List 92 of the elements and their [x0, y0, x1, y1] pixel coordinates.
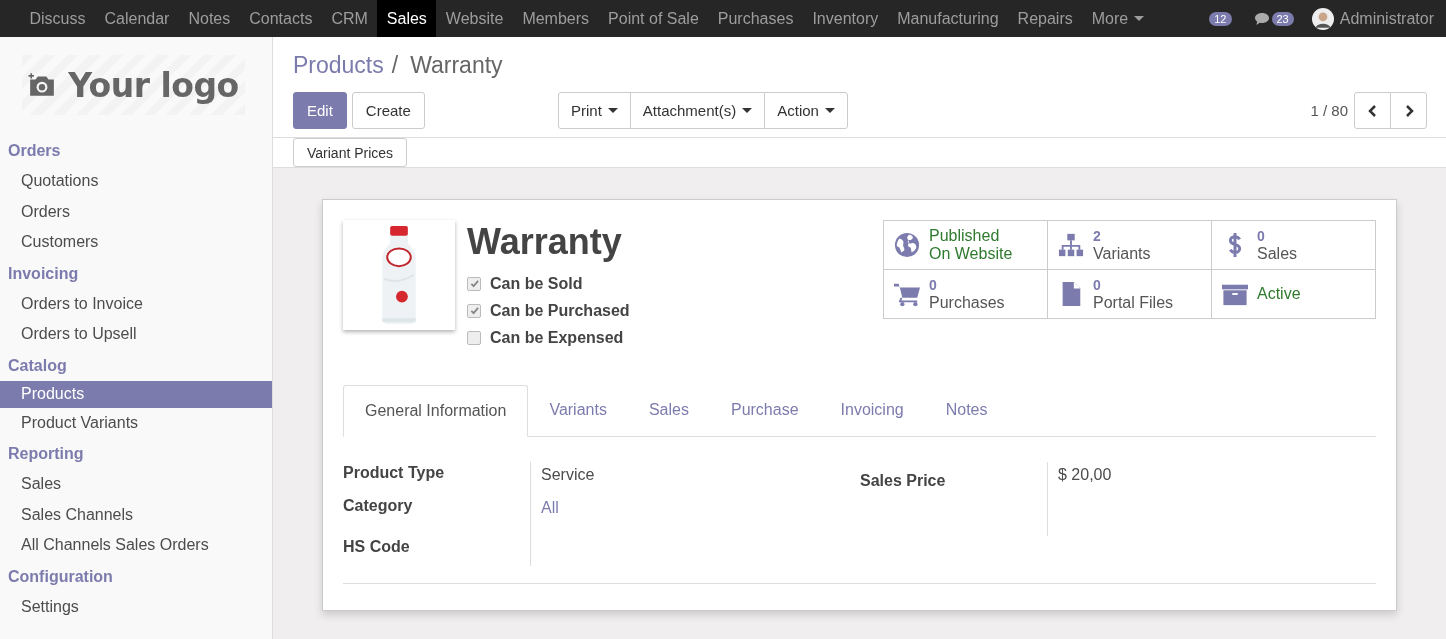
dropdown-button[interactable]: Action [764, 92, 848, 129]
breadcrumb-separator: / [391, 52, 399, 79]
checkbox[interactable] [467, 330, 481, 345]
smart-button-label: Active [1257, 285, 1301, 303]
app-menu-item[interactable]: Manufacturing [887, 0, 1009, 37]
app-menu-item[interactable]: Discuss [20, 0, 95, 37]
sidebar-heading[interactable]: Orders [0, 136, 272, 166]
app-menu-item[interactable]: Point of Sale [598, 0, 709, 37]
smart-button[interactable]: 0 Purchases [884, 270, 1048, 319]
product-name: Warranty [467, 222, 623, 262]
smart-button-label: Variants [1093, 245, 1151, 263]
sidebar-item[interactable]: Product Variants [0, 407, 272, 438]
category-link[interactable]: All [541, 499, 559, 516]
tab[interactable]: Sales [627, 385, 710, 435]
checkbox[interactable] [467, 276, 481, 291]
smart-button-label: On Website [929, 245, 1013, 263]
checkbox-label: Can be Expensed [490, 328, 624, 347]
dropdown-button[interactable]: Attachment(s) [629, 92, 766, 129]
sidebar-heading[interactable]: Catalog [0, 350, 272, 381]
smart-button[interactable]: 0 Sales [1212, 221, 1376, 270]
app-menu-item[interactable]: Contacts [239, 0, 322, 37]
app-menu-item[interactable]: Website [436, 0, 513, 37]
checkbox-label: Can be Sold [490, 274, 583, 293]
next-button[interactable] [1390, 92, 1427, 129]
smart-button-count: 2 [1093, 227, 1102, 245]
app-menu-item[interactable]: Members [512, 0, 599, 37]
app-menu-item[interactable]: Calendar [95, 0, 179, 37]
smart-button[interactable]: Active [1212, 270, 1376, 319]
sidebar-item[interactable]: Customers [0, 227, 272, 258]
previous-button[interactable] [1354, 92, 1391, 129]
tab[interactable]: General Information [343, 385, 529, 437]
field-label: HS Code [343, 537, 411, 557]
smart-button-count: 0 [929, 276, 938, 294]
globe-icon [894, 232, 920, 258]
variant-prices-button[interactable]: Variant Prices [293, 138, 408, 167]
breadcrumb-current: Warranty [410, 52, 503, 79]
app-menu-item[interactable]: CRM [321, 0, 378, 37]
camera-icon [28, 73, 57, 97]
sidebar-heading[interactable]: Configuration [0, 561, 272, 592]
smart-button[interactable]: 0 Portal Files [1048, 270, 1212, 319]
sidebar-item[interactable]: Products [0, 380, 272, 408]
field-value: Service [541, 466, 595, 483]
tab[interactable]: Purchase [709, 385, 820, 435]
smart-button-count: 0 [1257, 227, 1266, 245]
sidebar-item[interactable]: Quotations [0, 166, 272, 197]
sidebar-item[interactable]: Orders to Invoice [0, 288, 272, 319]
checkbox-label: Can be Purchased [490, 301, 630, 320]
app-menu-item[interactable]: Purchases [708, 0, 803, 37]
sidebar-item[interactable]: Sales [0, 469, 272, 500]
edit-button[interactable]: Edit [293, 92, 347, 129]
sidebar-heading[interactable]: Reporting [0, 439, 272, 469]
app-menu-item[interactable]: Notes [178, 0, 240, 37]
message-badge[interactable]: 23 [1271, 11, 1294, 26]
smart-button[interactable]: Published On Website [884, 221, 1048, 270]
smart-button[interactable]: 2 Variants [1048, 221, 1212, 270]
field-label: Product Type [343, 463, 446, 483]
chevron-left-icon [1367, 104, 1378, 117]
smart-button-label: Published [929, 227, 1001, 245]
field-label: Sales Price [860, 471, 947, 491]
cart-icon [894, 281, 920, 307]
dropdown-button[interactable]: Print [558, 92, 631, 129]
checkbox[interactable] [467, 303, 481, 318]
pager-text: 1 / 80 [1310, 102, 1348, 119]
chevron-right-icon [1403, 104, 1414, 117]
tab[interactable]: Notes [924, 385, 1009, 435]
tab[interactable]: Invoicing [819, 385, 925, 435]
sidebar-item[interactable]: All Channels Sales Orders [0, 530, 272, 561]
sidebar-item[interactable]: Sales Channels [0, 499, 272, 530]
sidebar-heading[interactable]: Invoicing [0, 258, 272, 289]
smart-button-label: Sales [1257, 245, 1298, 263]
field-label: Category [343, 496, 414, 516]
caret-icon [1134, 16, 1145, 21]
app-menu-item[interactable]: More [1082, 0, 1154, 37]
smart-button-label: Portal Files [1093, 294, 1174, 312]
sidebar-item[interactable]: Orders to Upsell [0, 319, 272, 350]
smart-button-label: Purchases [929, 294, 1005, 312]
app-menu-item[interactable]: Repairs [1008, 0, 1083, 37]
activity-badge[interactable]: 12 [1209, 11, 1232, 26]
sidebar-item[interactable]: Orders [0, 196, 272, 227]
hierarchy-icon [1058, 232, 1084, 258]
app-menu-item[interactable]: Inventory [802, 0, 888, 37]
tab[interactable]: Variants [528, 385, 628, 435]
avatar-icon[interactable] [1311, 7, 1334, 30]
chat-icon[interactable] [1253, 11, 1270, 26]
app-menu-item[interactable]: Sales [377, 0, 437, 37]
smart-button-count: 0 [1093, 276, 1102, 294]
user-name[interactable]: Administrator [1339, 9, 1434, 28]
breadcrumb-link[interactable]: Products [293, 52, 384, 79]
field-value: $ 20,00 [1058, 466, 1112, 483]
sidebar-item[interactable]: Settings [0, 591, 272, 622]
logo-text: Your logo [68, 65, 239, 105]
create-button[interactable]: Create [351, 92, 425, 129]
